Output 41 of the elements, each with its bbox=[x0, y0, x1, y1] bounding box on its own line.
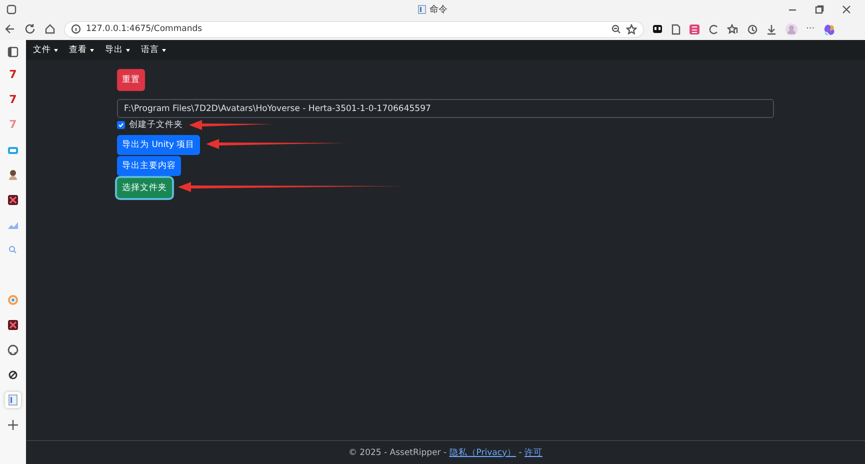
zoom-icon[interactable] bbox=[611, 24, 621, 34]
select-folder-button[interactable]: 选择文件夹 bbox=[117, 178, 172, 198]
extension-icon[interactable] bbox=[652, 24, 663, 34]
menu-dropdown[interactable]: 查看 bbox=[69, 44, 94, 56]
export-button[interactable]: 导出为 Unity 项目 bbox=[117, 135, 200, 155]
sidebar-item[interactable]: 7 bbox=[9, 69, 17, 81]
sidebar-toggle-icon[interactable] bbox=[7, 46, 19, 58]
cross-icon[interactable] bbox=[5, 317, 21, 333]
reset-button[interactable]: 重置 bbox=[117, 69, 145, 91]
tab-title[interactable]: 命令 bbox=[430, 2, 448, 16]
menu-dropdown[interactable]: 导出 bbox=[105, 44, 130, 56]
favorites-icon[interactable] bbox=[727, 24, 739, 34]
path-field[interactable]: F:\Program Files\7D2D\Avatars\HoYoverse - Herta-3501-1-0-1706645597 bbox=[117, 99, 774, 118]
more-button[interactable]: ··· bbox=[806, 24, 815, 34]
close-icon[interactable] bbox=[842, 4, 851, 14]
copilot-icon[interactable] bbox=[822, 22, 836, 36]
home-icon[interactable] bbox=[44, 23, 56, 35]
privacy-link[interactable]: 隐私（Privacy） bbox=[449, 446, 516, 458]
license-link[interactable]: 许可 bbox=[524, 446, 543, 458]
download-icon[interactable] bbox=[766, 24, 777, 34]
sidebar-item[interactable]: 7 bbox=[9, 94, 17, 106]
checkbox-label: 创建子文件夹 bbox=[129, 119, 183, 131]
address-bar[interactable]: 127.0.0.1:4675/Commands bbox=[64, 20, 644, 38]
restore-icon[interactable] bbox=[815, 4, 824, 14]
footer-separator: - bbox=[518, 448, 523, 458]
back-icon[interactable] bbox=[4, 23, 16, 35]
app-icon bbox=[6, 4, 17, 14]
info-icon bbox=[71, 24, 81, 34]
footer-text: © 2025 - AssetRipper - bbox=[348, 448, 448, 458]
document-icon[interactable] bbox=[671, 24, 681, 34]
menu-dropdown[interactable]: 文件 bbox=[33, 44, 58, 56]
cross-icon[interactable] bbox=[5, 192, 21, 208]
star-icon[interactable] bbox=[626, 24, 637, 34]
add-icon[interactable] bbox=[5, 417, 21, 433]
tab-favicon-icon bbox=[418, 4, 426, 14]
menu-dropdown[interactable]: 语言 bbox=[141, 44, 166, 56]
export-button[interactable]: 导出主要内容 bbox=[117, 156, 181, 176]
reload-icon[interactable] bbox=[24, 23, 36, 35]
history-icon[interactable] bbox=[747, 24, 758, 34]
checkbox[interactable] bbox=[117, 121, 125, 129]
page-icon[interactable] bbox=[5, 392, 21, 408]
